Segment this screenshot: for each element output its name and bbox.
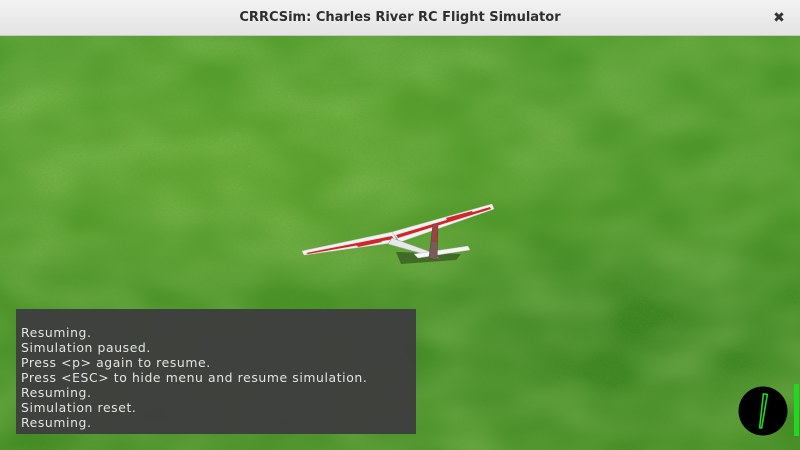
console-line: Simulation paused.	[21, 340, 151, 355]
simulation-viewport[interactable]: Resuming. Simulation paused. Press <p> a…	[0, 36, 800, 450]
console-line: Resuming.	[21, 385, 92, 400]
close-icon[interactable]: ✖	[770, 9, 788, 27]
throttle-indicator	[794, 384, 799, 436]
console-line: Resuming.	[21, 415, 92, 430]
rc-glider-model	[301, 203, 495, 264]
app-window: CRRCSim: Charles River RC Flight Simulat…	[0, 0, 800, 450]
throttle-fill	[794, 384, 799, 436]
title-bar[interactable]: CRRCSim: Charles River RC Flight Simulat…	[0, 0, 800, 36]
console-line: Press <p> again to resume.	[21, 355, 211, 370]
console-line: Simulation reset.	[21, 400, 137, 415]
console-line: Press <ESC> to hide menu and resume simu…	[21, 370, 368, 385]
window-title: CRRCSim: Charles River RC Flight Simulat…	[239, 10, 561, 25]
console-line: Resuming.	[21, 325, 92, 340]
message-console: Resuming. Simulation paused. Press <p> a…	[16, 309, 416, 434]
radar-icon	[738, 386, 788, 436]
